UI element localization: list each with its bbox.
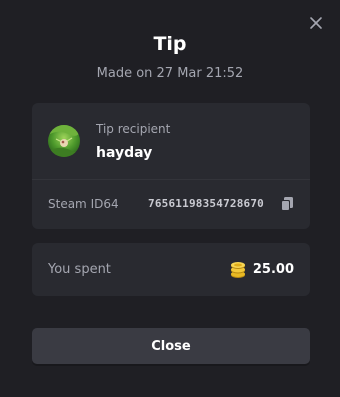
- recipient-label: Tip recipient: [96, 122, 171, 136]
- recipient-card: Tip recipient hayday Steam ID64 76561198…: [32, 103, 310, 229]
- tip-modal: Tip Made on 27 Mar 21:52 Tip recipient h…: [0, 0, 340, 397]
- divider: [32, 179, 310, 180]
- avatar: [48, 125, 80, 157]
- avatar-image: [48, 125, 80, 157]
- steam-id-value: 76561198354728670: [148, 197, 264, 210]
- recipient-name: hayday: [96, 145, 153, 161]
- close-icon[interactable]: [309, 16, 323, 30]
- modal-subtitle: Made on 27 Mar 21:52: [96, 66, 244, 81]
- spent-label: You spent: [48, 262, 111, 277]
- steam-id-label: Steam ID64: [48, 197, 119, 211]
- spent-card: You spent 25.00: [32, 243, 310, 296]
- modal-title: Tip: [153, 33, 187, 55]
- close-button[interactable]: Close: [32, 328, 310, 364]
- copy-icon[interactable]: [280, 196, 294, 212]
- spent-amount: 25.00: [230, 260, 294, 280]
- spent-value: 25.00: [252, 262, 294, 277]
- coins-icon: [230, 262, 245, 278]
